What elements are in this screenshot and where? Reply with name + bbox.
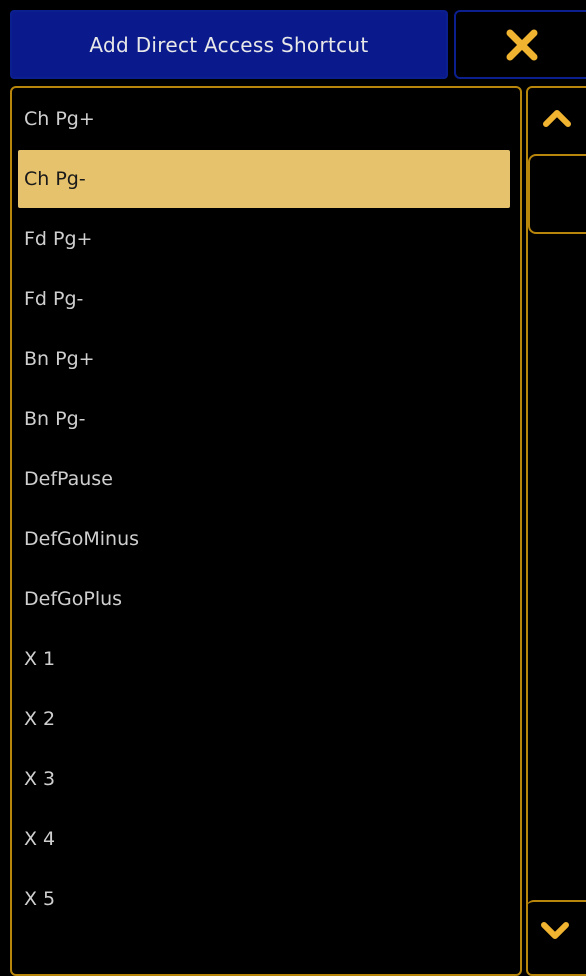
list-item-label: Bn Pg+ (24, 348, 95, 370)
list-item-label: X 5 (24, 888, 56, 910)
chevron-up-icon (543, 110, 571, 127)
list-item-label: X 3 (24, 768, 56, 790)
list-item-label: DefGoPlus (24, 588, 123, 610)
list-item-label: DefPause (24, 468, 113, 490)
shortcut-list-panel: Ch Pg+ Ch Pg- Fd Pg+ Fd Pg- Bn Pg+ Bn Pg… (10, 86, 522, 976)
list-item[interactable]: X 5 (18, 870, 510, 928)
dialog-title: Add Direct Access Shortcut (10, 10, 448, 79)
list-item[interactable]: Fd Pg- (18, 270, 510, 328)
list-item[interactable]: DefPause (18, 450, 510, 508)
list-item[interactable]: X 1 (18, 630, 510, 688)
scrollbar[interactable] (526, 86, 586, 976)
close-icon (506, 29, 538, 60)
list-item[interactable]: X 3 (18, 750, 510, 808)
list-item-label: Fd Pg- (24, 288, 84, 310)
list-item[interactable]: X 2 (18, 690, 510, 748)
close-button[interactable] (454, 10, 586, 79)
list-item-label: Bn Pg- (24, 408, 86, 430)
list-item[interactable]: Bn Pg+ (18, 330, 510, 388)
list-item[interactable]: Bn Pg- (18, 390, 510, 448)
list-item-label: DefGoMinus (24, 528, 140, 550)
chevron-down-icon (541, 922, 569, 939)
list-item-label: X 1 (24, 648, 56, 670)
list-item-label: X 4 (24, 828, 56, 850)
list-item[interactable]: DefGoMinus (18, 510, 510, 568)
list-item[interactable]: Ch Pg+ (18, 90, 510, 148)
dialog-title-text: Add Direct Access Shortcut (89, 32, 369, 57)
list-item[interactable]: X 4 (18, 810, 510, 868)
list-item-label: Fd Pg+ (24, 228, 93, 250)
list-item-label: Ch Pg+ (24, 108, 95, 130)
list-item-label: Ch Pg- (24, 168, 86, 190)
list-item[interactable]: Fd Pg+ (18, 210, 510, 268)
list-item-label: X 2 (24, 708, 56, 730)
scroll-down-button[interactable] (526, 900, 586, 960)
list-item[interactable]: DefGoPlus (18, 570, 510, 628)
list-item-selected[interactable]: Ch Pg- (18, 150, 510, 208)
scroll-thumb[interactable] (528, 154, 586, 234)
shortcut-list: Ch Pg+ Ch Pg- Fd Pg+ Fd Pg- Bn Pg+ Bn Pg… (18, 90, 510, 930)
scroll-up-button[interactable] (528, 88, 586, 148)
